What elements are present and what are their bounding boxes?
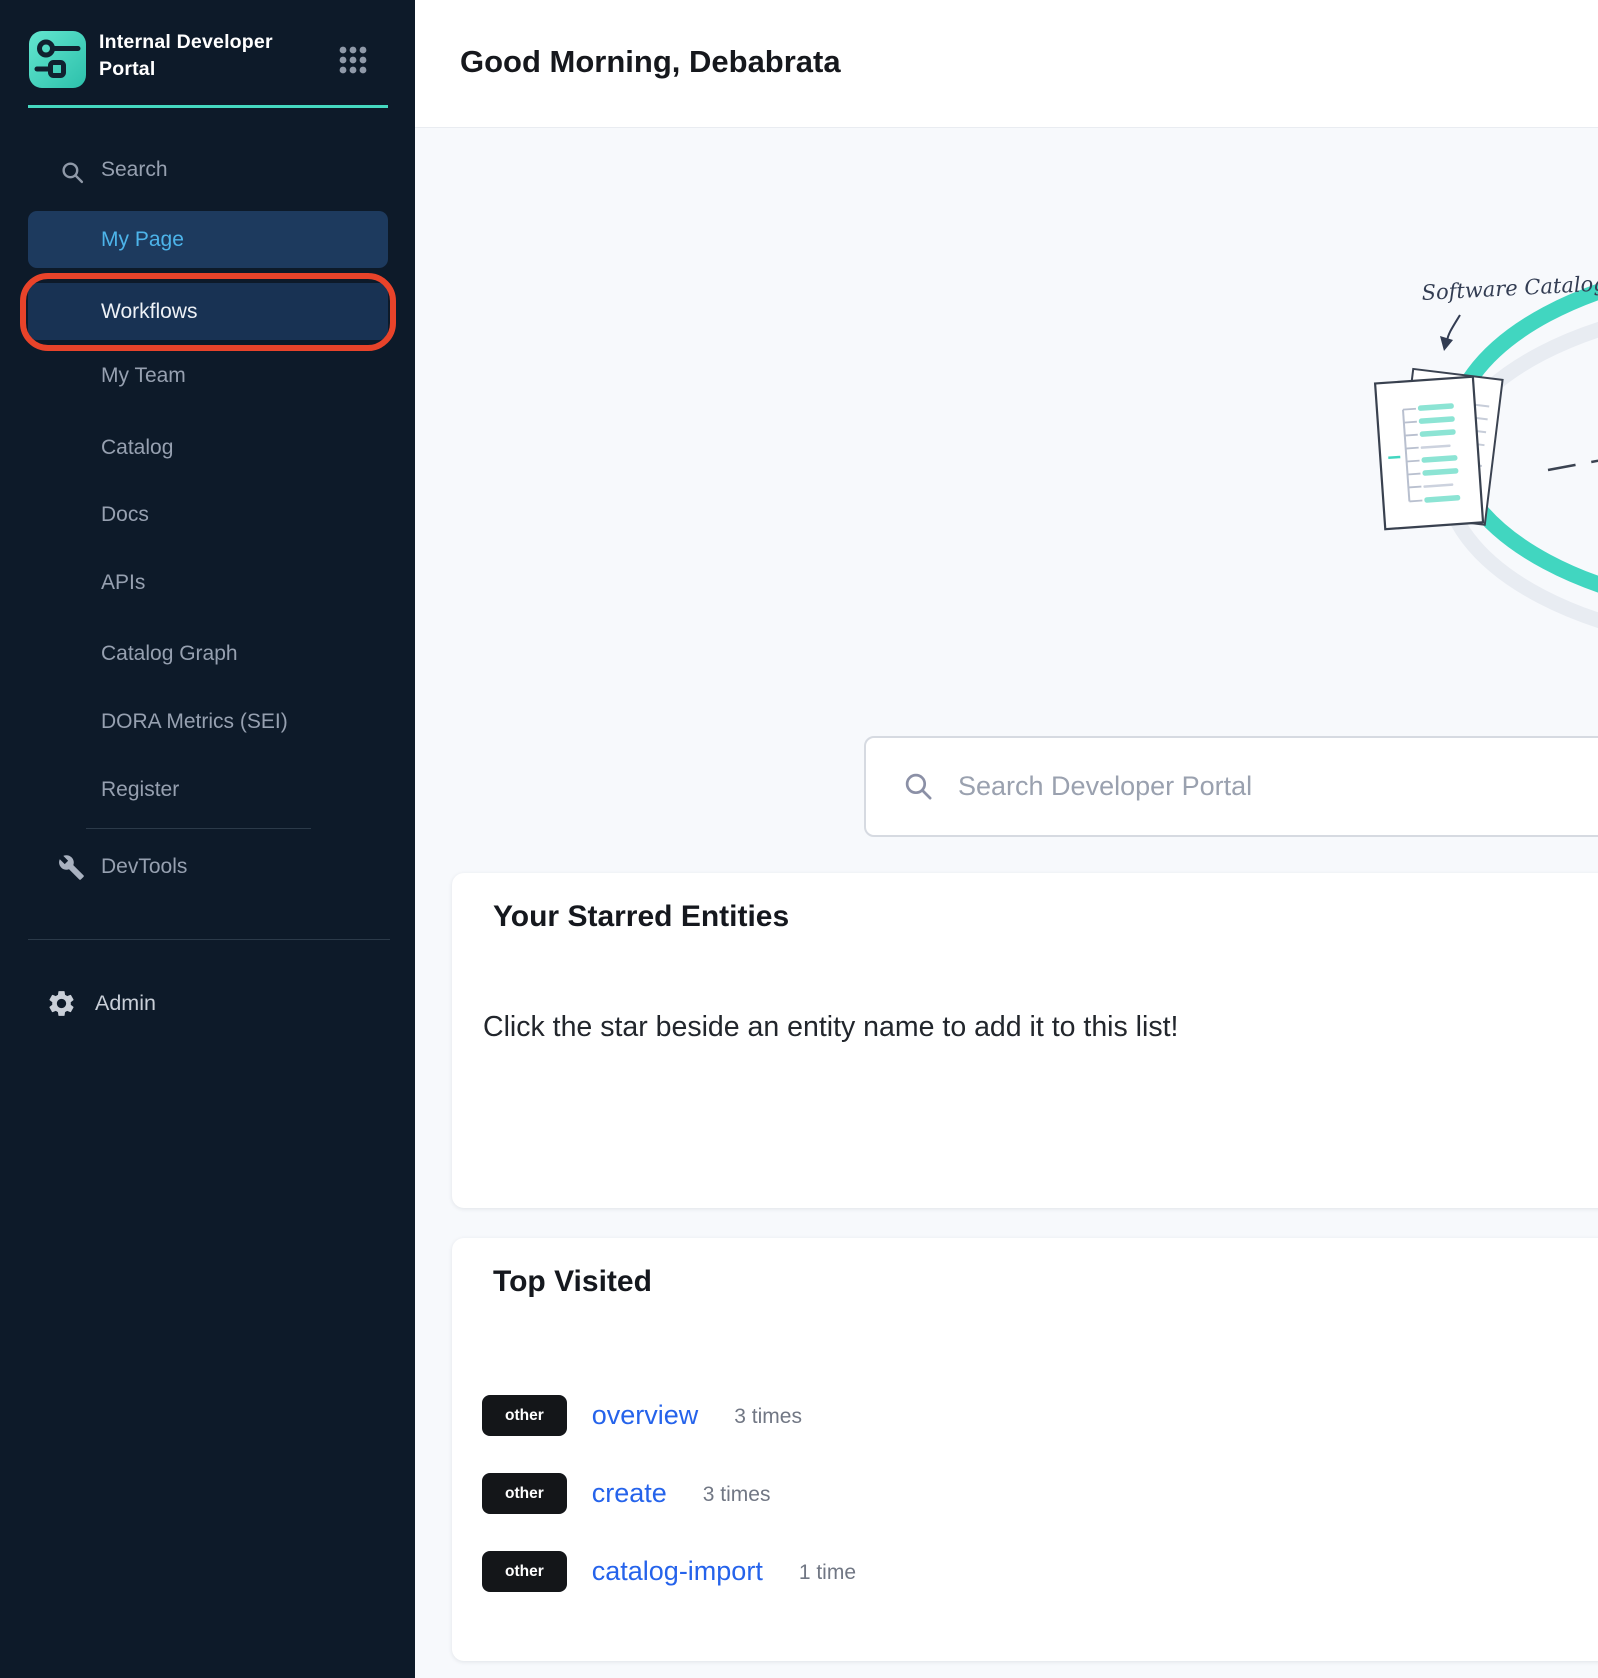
app-title: Internal Developer Portal <box>99 29 319 83</box>
gear-icon <box>46 988 77 1019</box>
sidebar-item-register[interactable]: Register <box>101 778 179 802</box>
visit-count: 1 time <box>799 1557 856 1585</box>
entity-link[interactable]: catalog-import <box>592 1556 763 1587</box>
starred-entities-card: Your Starred Entities Click the star bes… <box>452 873 1598 1208</box>
entity-kind-badge: other <box>482 1551 567 1592</box>
sidebar-item-apis[interactable]: APIs <box>101 571 145 595</box>
sidebar-item-search[interactable]: Search <box>0 148 415 196</box>
greeting-title: Good Morning, Debabrata <box>460 44 841 80</box>
sidebar-item-devtools[interactable]: DevTools <box>0 843 415 891</box>
sidebar-divider <box>28 939 390 940</box>
sidebar-item-docs[interactable]: Docs <box>101 503 149 527</box>
main-content: Good Morning, Debabrata <box>415 0 1598 1678</box>
software-catalog-illustration: Software Catalog <box>1355 230 1598 630</box>
top-visited-title: Top Visited <box>493 1265 652 1299</box>
apps-grid-icon[interactable] <box>338 45 368 75</box>
visit-count: 3 times <box>734 1401 802 1429</box>
sidebar: Internal Developer Portal Search My Page… <box>0 0 415 1678</box>
top-visited-card: Top Visited other overview 3 times other… <box>452 1238 1598 1661</box>
sidebar-item-catalog-graph[interactable]: Catalog Graph <box>101 642 238 666</box>
entity-link[interactable]: overview <box>592 1400 699 1431</box>
sidebar-item-label: Search <box>101 158 168 182</box>
starred-entities-title: Your Starred Entities <box>493 900 789 934</box>
sidebar-item-admin[interactable]: Admin <box>0 978 415 1028</box>
top-visited-row: other overview 3 times <box>482 1394 802 1436</box>
search-icon <box>60 160 85 185</box>
search-icon <box>903 771 934 802</box>
app-root: Internal Developer Portal Search My Page… <box>0 0 1598 1678</box>
visit-count: 3 times <box>703 1479 771 1507</box>
top-visited-row: other catalog-import 1 time <box>482 1550 856 1592</box>
sidebar-item-dora-metrics[interactable]: DORA Metrics (SEI) <box>101 710 288 734</box>
wrench-icon <box>58 854 85 881</box>
entity-link[interactable]: create <box>592 1478 667 1509</box>
portal-searchbar <box>864 736 1598 837</box>
sidebar-item-workflows[interactable]: Workflows <box>28 283 388 340</box>
sidebar-item-label: DevTools <box>101 855 187 879</box>
sidebar-item-label: Workflows <box>101 300 197 324</box>
sidebar-item-my-team[interactable]: My Team <box>101 364 186 388</box>
entity-kind-badge: other <box>482 1395 567 1436</box>
app-logo-icon <box>29 31 86 88</box>
page-header: Good Morning, Debabrata <box>415 0 1598 128</box>
sidebar-item-label: Admin <box>95 991 156 1016</box>
sidebar-item-my-page[interactable]: My Page <box>28 211 388 268</box>
sidebar-accent-divider <box>28 105 388 108</box>
sidebar-item-catalog[interactable]: Catalog <box>101 436 173 460</box>
portal-search-input[interactable] <box>958 757 1598 817</box>
entity-kind-badge: other <box>482 1473 567 1514</box>
sidebar-divider <box>86 828 311 829</box>
starred-empty-message: Click the star beside an entity name to … <box>483 1011 1178 1044</box>
top-visited-row: other create 3 times <box>482 1472 770 1514</box>
sidebar-item-label: My Page <box>101 228 184 252</box>
